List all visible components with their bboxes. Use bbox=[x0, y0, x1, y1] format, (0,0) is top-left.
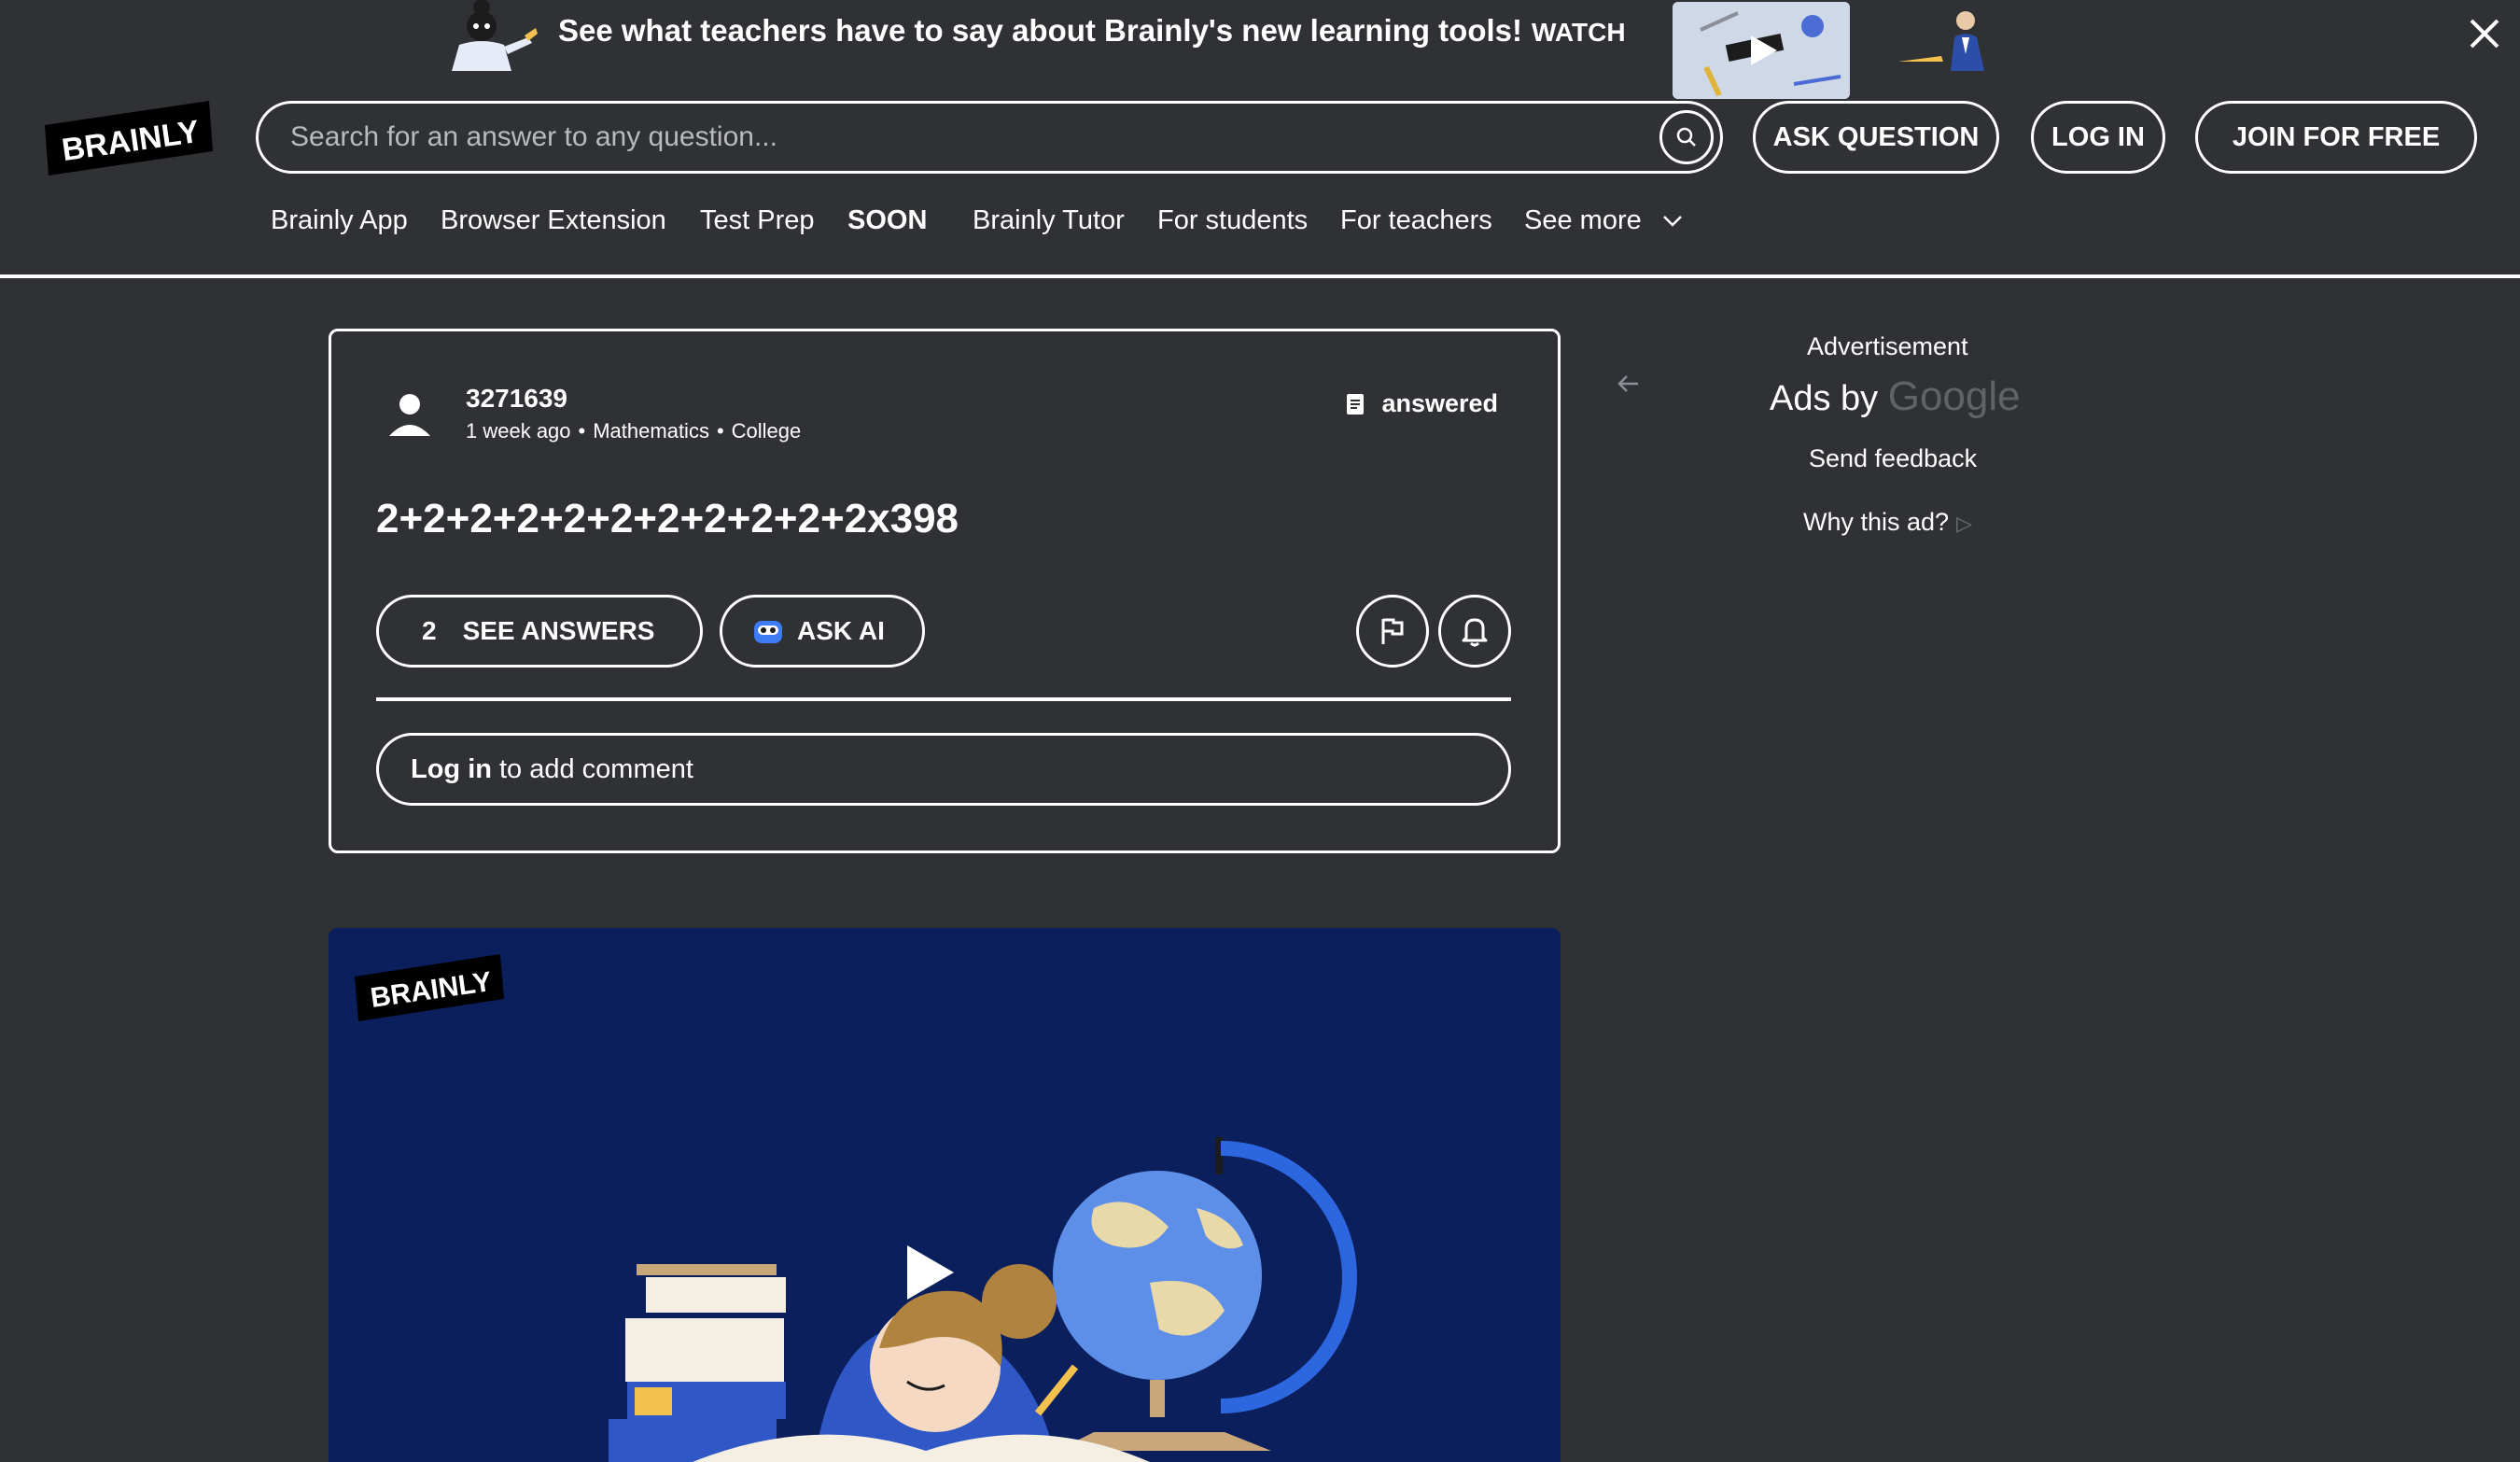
chevron-down-icon bbox=[1662, 216, 1682, 228]
ads-by-text: Ads by bbox=[1770, 379, 1879, 418]
close-banner-button[interactable] bbox=[2464, 13, 2505, 54]
see-answers-label: SEE ANSWERS bbox=[462, 616, 655, 645]
why-this-ad-link[interactable]: Why this ad? ▷ bbox=[1803, 508, 1972, 537]
brainly-logo[interactable]: BRAINLY bbox=[45, 101, 213, 176]
nav-brainly-tutor[interactable]: Brainly Tutor bbox=[973, 205, 1125, 236]
card-divider bbox=[376, 697, 1511, 701]
comment-placeholder: to add comment bbox=[498, 753, 693, 784]
header-divider bbox=[0, 274, 2520, 278]
nav-brainly-app[interactable]: Brainly App bbox=[271, 205, 408, 236]
nav-see-more-label: See more bbox=[1524, 205, 1642, 235]
question-meta: 1 week ago • Mathematics • College bbox=[466, 419, 802, 443]
question-card: 3271639 1 week ago • Mathematics • College a… bbox=[329, 329, 1561, 853]
ask-question-button[interactable]: ASK QUESTION bbox=[1753, 101, 1999, 174]
banner-watch-link[interactable]: WATCH bbox=[1532, 18, 1626, 47]
nav-test-prep[interactable]: Test Prep bbox=[700, 205, 815, 236]
why-this-ad-label: Why this ad? bbox=[1803, 508, 1950, 536]
follow-button[interactable] bbox=[1438, 595, 1511, 668]
user-avatar-icon[interactable] bbox=[384, 387, 436, 440]
nav-browser-extension[interactable]: Browser Extension bbox=[441, 205, 666, 236]
ask-ai-button[interactable]: ASK AI bbox=[720, 595, 925, 668]
bell-icon bbox=[1462, 618, 1488, 647]
answered-label: answered bbox=[1381, 389, 1498, 417]
send-feedback-link[interactable]: Send feedback bbox=[1809, 444, 1977, 473]
author-name[interactable]: 3271639 bbox=[466, 384, 567, 414]
banner-message: See what teachers have to say about Brai… bbox=[558, 13, 1522, 48]
search-input[interactable] bbox=[259, 121, 1659, 153]
video-illustration bbox=[329, 928, 1561, 1462]
ad-back-arrow-icon[interactable] bbox=[1615, 370, 1643, 398]
comment-login-link[interactable]: Log in bbox=[411, 754, 492, 785]
question-subject[interactable]: Mathematics bbox=[593, 419, 709, 443]
advertisement-label: Advertisement bbox=[1807, 332, 1968, 360]
ai-robot-icon bbox=[754, 621, 782, 643]
video-player[interactable]: BRAINLY bbox=[329, 928, 1561, 1462]
teacher-illustration-left bbox=[452, 0, 538, 71]
close-icon bbox=[2470, 19, 2499, 49]
ads-by-google[interactable]: Ads by Google bbox=[1770, 373, 2021, 420]
question-time: 1 week ago bbox=[466, 419, 571, 443]
nav-for-teachers[interactable]: For teachers bbox=[1340, 205, 1492, 236]
banner-video-thumbnail[interactable] bbox=[1673, 2, 1850, 99]
banner-text: See what teachers have to say about Brai… bbox=[558, 13, 1626, 49]
question-text: 2+2+2+2+2+2+2+2+2+2+2x398 bbox=[376, 496, 959, 541]
teacher-illustration-right bbox=[1898, 11, 1984, 71]
search-bar bbox=[256, 101, 1723, 174]
video-brainly-logo: BRAINLY bbox=[355, 954, 504, 1021]
promo-banner: See what teachers have to say about Brai… bbox=[0, 0, 2520, 101]
question-level: College bbox=[731, 419, 802, 443]
join-for-free-button[interactable]: JOIN FOR FREE bbox=[2195, 101, 2477, 174]
brainly-logo-mark: BRAINLY bbox=[45, 101, 213, 176]
document-icon bbox=[1347, 393, 1365, 415]
search-button[interactable] bbox=[1659, 110, 1714, 164]
search-icon bbox=[1676, 127, 1696, 147]
thumbnail-illustration bbox=[1673, 2, 1850, 99]
answered-status: answered bbox=[1346, 389, 1498, 418]
nav-soon-badge: SOON bbox=[847, 205, 928, 235]
ask-ai-label: ASK AI bbox=[797, 616, 885, 645]
adchoices-icon: ▷ bbox=[1956, 512, 1972, 535]
flag-icon bbox=[1381, 618, 1404, 644]
report-button[interactable] bbox=[1356, 595, 1429, 668]
see-answers-button[interactable]: 2 SEE ANSWERS bbox=[376, 595, 703, 668]
add-comment-field[interactable]: Log in to add comment bbox=[376, 733, 1511, 806]
answers-count: 2 bbox=[422, 616, 437, 645]
nav-see-more[interactable]: See more bbox=[1524, 205, 1683, 236]
log-in-button[interactable]: LOG IN bbox=[2031, 101, 2165, 174]
nav-for-students[interactable]: For students bbox=[1157, 205, 1308, 236]
google-wordmark: Google bbox=[1887, 373, 2021, 419]
